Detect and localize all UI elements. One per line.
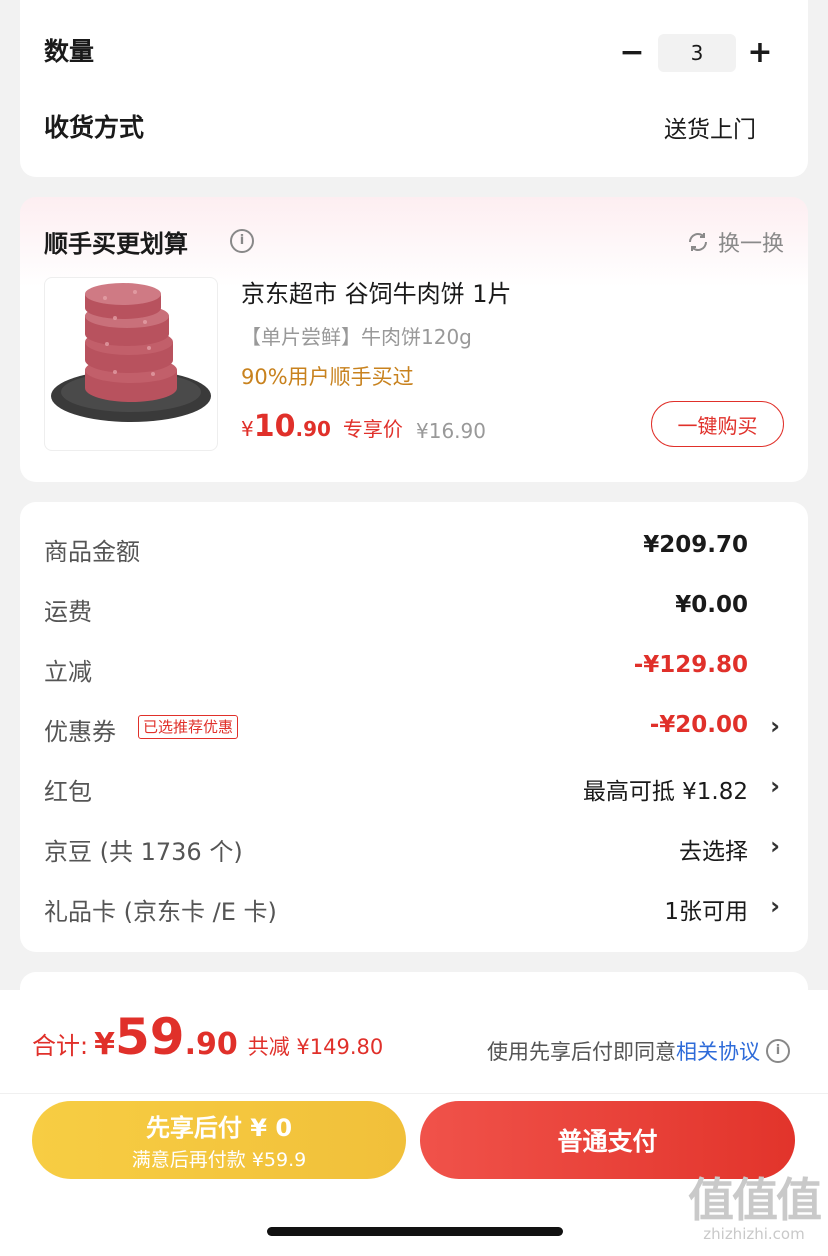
total-decimal: .90 — [184, 1027, 238, 1062]
addon-recommendation-card: 顺手买更划算 i 换一换 京东超市 谷饲牛肉饼 1片 【单片尝鲜】牛肉饼120g… — [20, 197, 808, 482]
addon-product-spec: 【单片尝鲜】牛肉饼120g — [241, 325, 472, 349]
delivery-value[interactable]: 送货上门 — [664, 110, 756, 144]
info-icon[interactable]: i — [766, 1039, 790, 1063]
summary-label: 商品金额 — [44, 538, 140, 566]
summary-value: 1张可用 — [664, 899, 748, 925]
watermark-url: zhizhizhi.com — [703, 1225, 805, 1243]
normal-pay-button[interactable]: 普通支付 — [420, 1101, 795, 1179]
chevron-right-icon: › — [770, 892, 780, 920]
summary-value: ¥209.70 — [643, 532, 748, 558]
order-total: 合计: ¥ 59 .90 共减 ¥149.80 — [32, 1008, 383, 1066]
addon-title: 顺手买更划算 — [44, 230, 188, 258]
pay-later-subtitle: 满意后再付款 ¥59.9 — [131, 1149, 307, 1171]
home-indicator[interactable] — [267, 1227, 563, 1236]
watermark: 值值值 zhizhizhi.com — [688, 1173, 822, 1243]
price-integer: 10 — [253, 409, 296, 444]
summary-row-instant-discount: 立减 -¥129.80 — [20, 642, 808, 702]
addon-product-price: ¥ 10 .90 专享价 — [241, 409, 403, 444]
summary-label: 红包 — [44, 778, 92, 806]
quantity-delivery-card: 数量 − 3 + 收货方式 送货上门 — [20, 0, 808, 177]
agreement-notice: 使用先享后付即同意 相关协议 i — [487, 1036, 790, 1066]
summary-row-shipping: 运费 ¥0.00 — [20, 582, 808, 642]
summary-label: 京豆 (共 1736 个) — [44, 838, 243, 866]
summary-row-jd-beans[interactable]: 京豆 (共 1736 个) 去选择 › — [20, 822, 808, 882]
quantity-label: 数量 — [44, 37, 95, 66]
summary-label: 运费 — [44, 598, 92, 626]
summary-value: -¥129.80 — [633, 652, 748, 678]
addon-original-price: ¥16.90 — [416, 419, 486, 443]
chevron-right-icon: › — [770, 832, 780, 860]
summary-label: 立减 — [44, 658, 92, 686]
checkout-bar: 合计: ¥ 59 .90 共减 ¥149.80 使用先享后付即同意 相关协议 i … — [0, 990, 828, 1256]
price-decimal: .90 — [295, 417, 331, 441]
quantity-value[interactable]: 3 — [658, 34, 736, 72]
quantity-minus-button[interactable]: − — [614, 34, 650, 70]
total-label: 合计: — [32, 1032, 89, 1060]
agreement-link[interactable]: 相关协议 — [676, 1036, 760, 1066]
one-click-buy-button[interactable]: 一键购买 — [651, 401, 784, 447]
summary-row-coupon[interactable]: 优惠券 已选推荐优惠 -¥20.00 › — [20, 702, 808, 762]
summary-label: 礼品卡 (京东卡 /E 卡) — [44, 898, 277, 926]
price-symbol: ¥ — [241, 417, 254, 441]
chevron-right-icon: › — [770, 712, 780, 740]
total-integer: 59 — [114, 1008, 185, 1066]
pay-later-button[interactable]: 先享后付 ¥ 0 满意后再付款 ¥59.9 — [32, 1101, 406, 1179]
summary-value: 最高可抵 ¥1.82 — [582, 779, 748, 805]
coupon-badge: 已选推荐优惠 — [138, 715, 239, 739]
summary-row-subtotal: 商品金额 ¥209.70 — [20, 522, 808, 582]
chevron-right-icon: › — [770, 772, 780, 800]
addon-product-bought-rate: 90%用户顺手买过 — [241, 365, 414, 389]
summary-row-gift-card[interactable]: 礼品卡 (京东卡 /E 卡) 1张可用 › — [20, 882, 808, 942]
summary-label: 优惠券 — [44, 718, 116, 746]
product-image[interactable] — [44, 277, 218, 451]
price-tag: 专享价 — [342, 417, 403, 441]
summary-value: -¥20.00 — [649, 712, 748, 738]
total-symbol: ¥ — [94, 1027, 115, 1062]
summary-value: ¥0.00 — [675, 592, 748, 618]
addon-product-title[interactable]: 京东超市 谷饲牛肉饼 1片 — [241, 274, 512, 309]
refresh-button[interactable]: 换一换 — [686, 226, 784, 258]
quantity-plus-button[interactable]: + — [742, 34, 778, 70]
agreement-text: 使用先享后付即同意 — [487, 1040, 676, 1064]
info-icon[interactable]: i — [230, 229, 254, 253]
watermark-logo: 值值值 — [688, 1173, 822, 1227]
pay-later-title: 先享后付 ¥ 0 — [145, 1114, 293, 1142]
total-saved: 共减 ¥149.80 — [247, 1035, 384, 1059]
divider — [0, 1093, 828, 1094]
refresh-label: 换一换 — [717, 232, 784, 257]
summary-row-red-packet[interactable]: 红包 最高可抵 ¥1.82 › — [20, 762, 808, 822]
price-summary-card: 商品金额 ¥209.70 运费 ¥0.00 立减 -¥129.80 优惠券 已选… — [20, 502, 808, 952]
refresh-icon — [688, 233, 707, 251]
delivery-label: 收货方式 — [44, 113, 145, 142]
summary-value: 去选择 — [679, 839, 748, 865]
